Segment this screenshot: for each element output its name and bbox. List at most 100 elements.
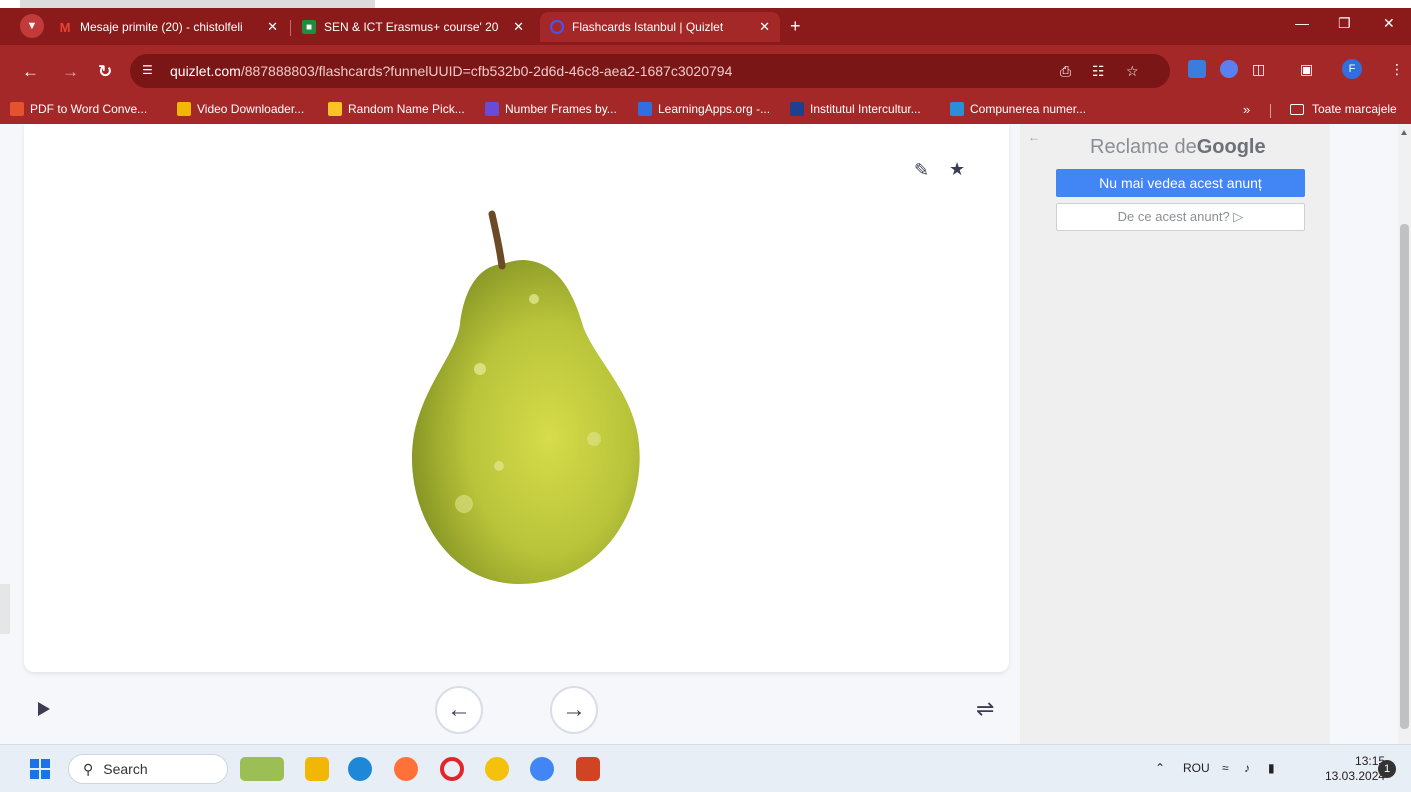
why-this-ad-button[interactable]: De ce acest anunt? ▷ (1056, 203, 1305, 231)
pencil-icon[interactable]: ✎ (914, 160, 929, 181)
next-card-button[interactable]: → (550, 686, 598, 734)
firefox-icon[interactable] (394, 757, 418, 781)
extension-icon[interactable] (1188, 60, 1206, 78)
bookmark-label: Institutul Intercultur... (810, 102, 921, 116)
ad-title-prefix: Reclame de (1090, 136, 1197, 158)
powerpoint-icon[interactable] (576, 757, 600, 781)
folder-label: Toate marcajele (1312, 102, 1397, 116)
wifi-icon[interactable]: ≈ (1222, 761, 1229, 775)
start-button[interactable] (30, 759, 50, 779)
start-button-segment (30, 759, 39, 768)
scroll-up-icon[interactable] (1401, 130, 1407, 135)
notification-badge[interactable]: 1 (1378, 760, 1396, 778)
scrollbar-thumb[interactable] (1400, 224, 1409, 729)
browser-toolbar: ← → ↻ ☰ quizlet.com/887888803/flashcards… (0, 45, 1411, 98)
bookmark-label: LearningApps.org -... (658, 102, 771, 116)
ad-back-arrow-icon[interactable]: ← (1028, 130, 1040, 144)
url-path: /887888803/flashcards?funnelUUID=cfb532b… (240, 63, 733, 79)
restore-icon[interactable]: ❐ (1338, 15, 1351, 32)
more-bookmarks-icon[interactable]: » (1243, 102, 1250, 117)
tab-label: Flashcards Istanbul | Quizlet (572, 20, 724, 34)
volume-icon[interactable]: ♪ (1244, 761, 1250, 775)
search-icon: ⚲ (83, 760, 94, 777)
translate-icon[interactable]: ☷ (1092, 63, 1105, 80)
new-tab-button[interactable]: + (790, 16, 801, 37)
play-icon[interactable] (38, 702, 50, 716)
bookmarks-bar: PDF to Word Conve... Video Downloader...… (0, 98, 1411, 124)
side-panel-icon[interactable]: ▣ (1300, 61, 1313, 78)
shuffle-icon[interactable]: ⇌ (976, 696, 994, 722)
url-host: quizlet.com (170, 63, 241, 79)
tab-search-button[interactable]: ▼ (20, 14, 44, 38)
widgets-icon[interactable] (240, 757, 284, 781)
reload-icon[interactable]: ↻ (98, 62, 112, 82)
tab-quizlet[interactable]: Flashcards Istanbul | Quizlet ✕ (540, 12, 780, 42)
address-bar[interactable]: ☰ quizlet.com/887888803/flashcards?funne… (130, 54, 1170, 88)
search-label: Search (103, 761, 148, 777)
stop-seeing-ad-button[interactable]: Nu mai vedea acest anunț (1056, 169, 1305, 197)
menu-kebab-icon[interactable]: ⋮ (1390, 61, 1404, 78)
file-explorer-icon[interactable] (305, 757, 329, 781)
tab-gmail[interactable]: M Mesaje primite (20) - chistolfeli ✕ (48, 12, 288, 42)
chrome-icon[interactable] (485, 757, 509, 781)
bookmark-star-icon[interactable]: ☆ (1126, 63, 1139, 80)
window-top-edge-bar (20, 0, 375, 8)
extensions-puzzle-icon[interactable]: ◫ (1252, 61, 1265, 78)
tab-label: SEN & ICT Erasmus+ course' 20 (324, 20, 499, 34)
close-icon[interactable]: ✕ (267, 19, 278, 35)
bookmark-item[interactable]: PDF to Word Conve... (10, 102, 147, 116)
tab-strip: ▼ M Mesaje primite (20) - chistolfeli ✕ … (0, 0, 1411, 45)
start-button-segment (41, 759, 50, 768)
language-indicator[interactable]: ROU (1183, 761, 1210, 775)
ad-title-brand: Google (1196, 136, 1266, 158)
bookmark-item[interactable]: Random Name Pick... (328, 102, 465, 116)
tray-overflow-chevron-icon[interactable]: ⌃ (1155, 761, 1165, 775)
install-app-icon[interactable]: ⎙ (1060, 63, 1071, 80)
close-icon[interactable]: ✕ (759, 19, 770, 35)
download-icon (177, 102, 191, 116)
battery-icon[interactable]: ▮ (1268, 761, 1275, 775)
profile-avatar[interactable]: F (1342, 59, 1362, 79)
taskbar-search[interactable]: ⚲ Search (68, 754, 228, 784)
start-button-segment (30, 770, 39, 779)
chrome-profile-icon[interactable] (530, 757, 554, 781)
compunerea-icon (950, 102, 964, 116)
url-text: quizlet.com/887888803/flashcards?funnelU… (170, 63, 732, 79)
star-icon[interactable]: ★ (949, 159, 965, 180)
folder-icon (1290, 103, 1304, 115)
bookmark-label: PDF to Word Conve... (30, 102, 148, 116)
iit-icon (790, 102, 804, 116)
site-settings-icon[interactable]: ☰ (142, 63, 153, 77)
page-scrollbar[interactable] (1398, 124, 1411, 744)
edge-icon[interactable] (348, 757, 372, 781)
flashcard[interactable]: ✎ ★ (24, 124, 1009, 672)
gmail-icon: M (59, 19, 71, 35)
bookmark-item[interactable]: LearningApps.org -... (638, 102, 770, 116)
bookmark-item[interactable]: Number Frames by... (485, 102, 617, 116)
forward-arrow-icon[interactable]: → (62, 62, 79, 82)
previous-card-button[interactable]: ← (435, 686, 483, 734)
tab-classroom[interactable]: ■ SEN & ICT Erasmus+ course' 20 ✕ (292, 12, 534, 42)
bookmark-item[interactable]: Video Downloader... (177, 102, 304, 116)
minimize-icon[interactable]: — (1295, 15, 1309, 31)
windows-taskbar: ⚲ Search ⌃ ROU ≈ ♪ ▮ 13:15 13.03.2024 1 (0, 744, 1411, 792)
random-name-icon (328, 102, 342, 116)
extension-icon[interactable] (1220, 60, 1238, 78)
back-arrow-icon[interactable]: ← (22, 62, 39, 82)
close-icon[interactable]: ✕ (513, 19, 524, 35)
bookmark-item[interactable]: Compunerea numer... (950, 102, 1086, 116)
quizlet-icon (550, 20, 564, 34)
page-content: ✎ ★ ← → ⇌ ← Reclame deGoogle Nu mai vede… (0, 124, 1411, 744)
clock-time: 13:15 (1355, 754, 1386, 768)
all-bookmarks-folder[interactable]: Toate marcajele (1290, 102, 1397, 116)
ad-title: Reclame deGoogle (1090, 136, 1266, 159)
window-close-icon[interactable]: ✕ (1383, 15, 1395, 32)
ad-panel: ← Reclame deGoogle Nu mai vedea acest an… (1020, 124, 1330, 744)
learningapps-icon (638, 102, 652, 116)
system-clock[interactable]: 13:15 13.03.2024 (1325, 754, 1385, 784)
bookmark-item[interactable]: Institutul Intercultur... (790, 102, 921, 116)
bookmark-separator (1270, 104, 1271, 118)
classroom-icon: ■ (302, 20, 316, 34)
opera-icon[interactable] (440, 757, 464, 781)
clock-date: 13.03.2024 (1325, 769, 1386, 783)
